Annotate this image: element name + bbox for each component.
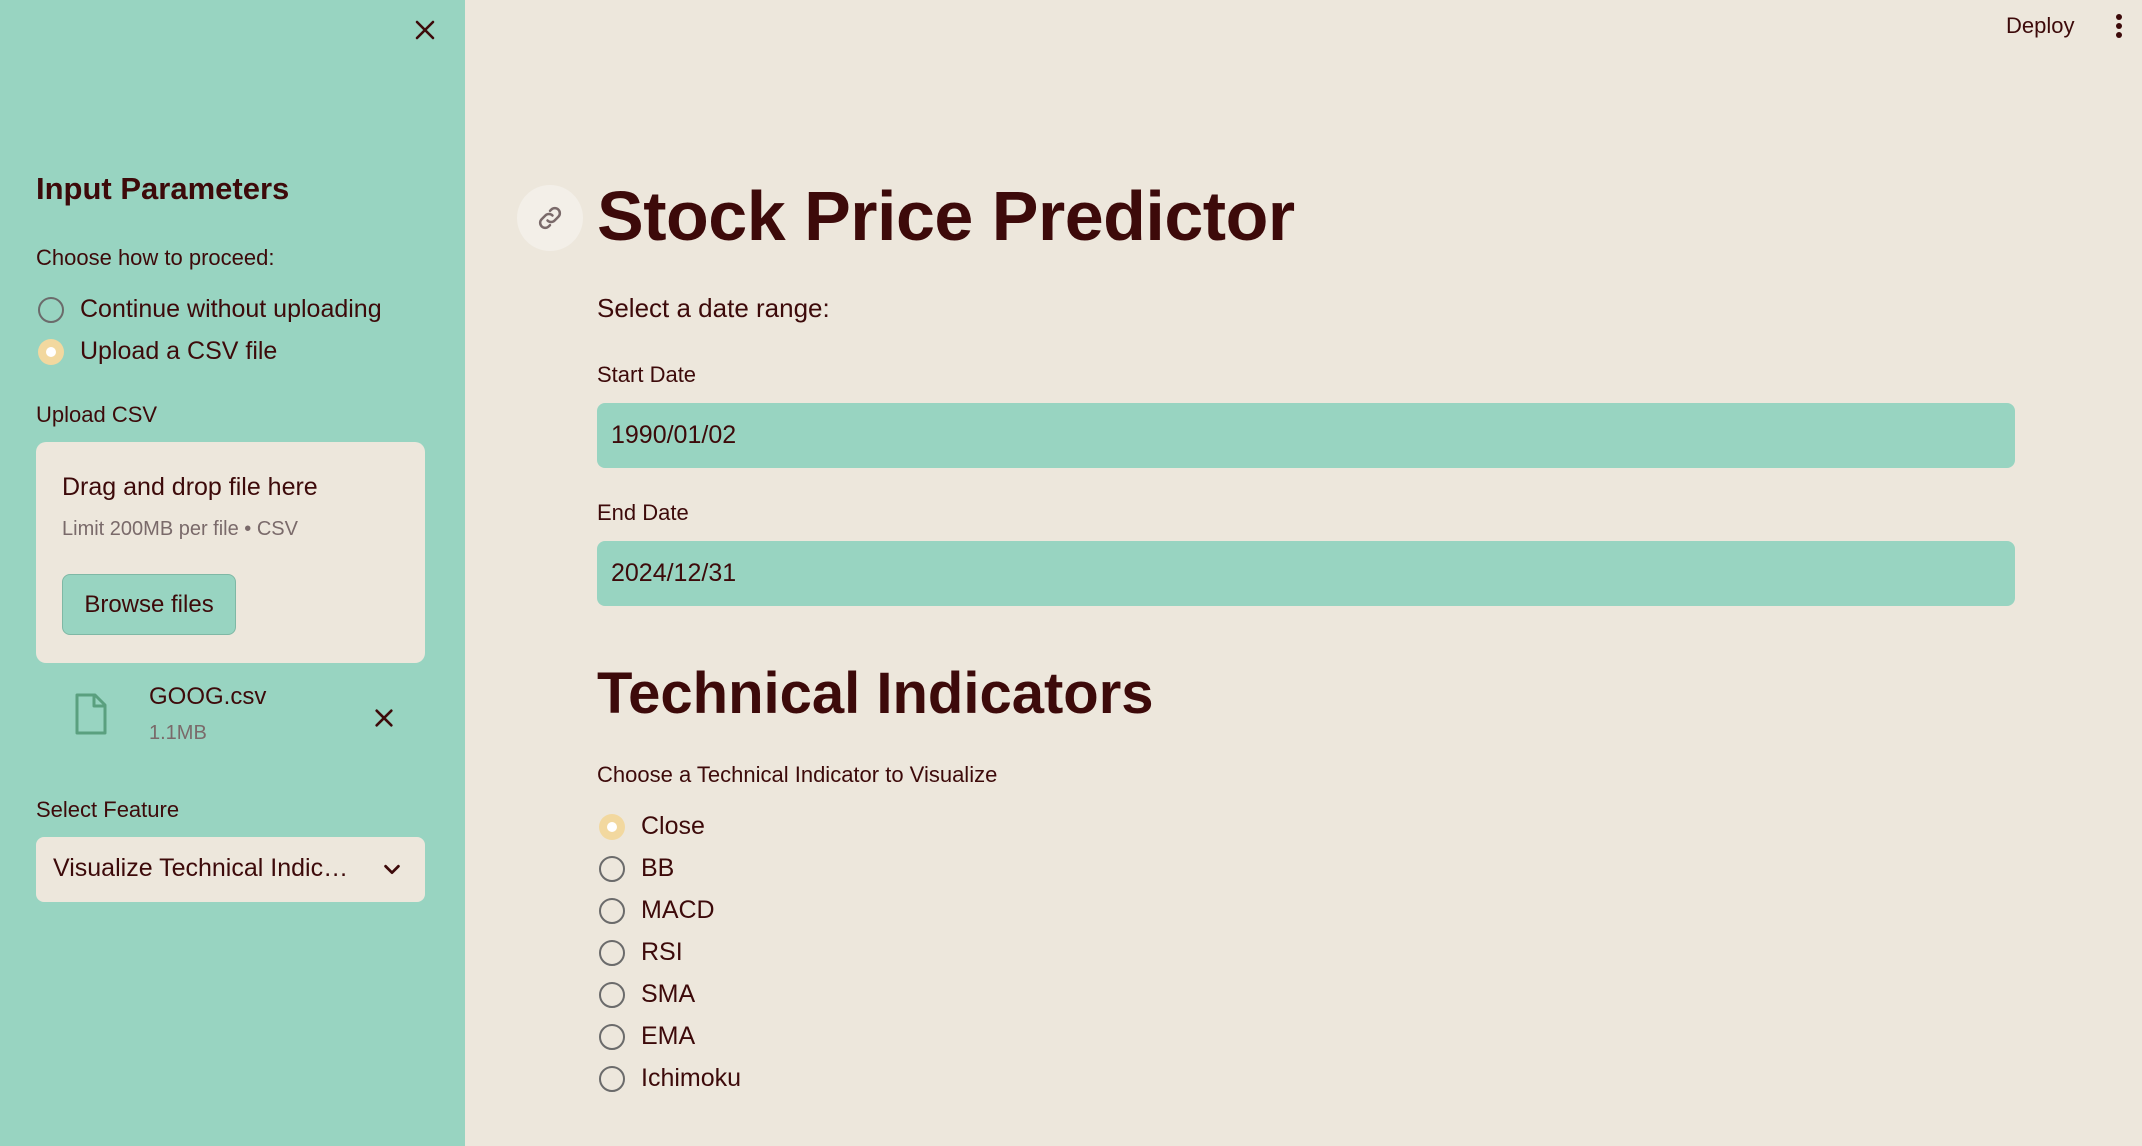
radio-indicator-sma[interactable]: SMA bbox=[599, 980, 695, 1009]
radio-button[interactable] bbox=[599, 939, 625, 966]
radio-label: SMA bbox=[641, 980, 696, 1008]
file-size: 1.1MB bbox=[149, 722, 207, 744]
main-menu-button[interactable] bbox=[2104, 8, 2134, 44]
close-icon bbox=[375, 709, 393, 727]
file-name: GOOG.csv bbox=[149, 683, 267, 710]
browse-files-button[interactable]: Browse files bbox=[62, 574, 236, 635]
radio-label: Ichimoku bbox=[641, 1064, 742, 1092]
radio-label: Close bbox=[641, 812, 705, 840]
remove-file-button[interactable] bbox=[364, 698, 404, 738]
radio-indicator-macd[interactable]: MACD bbox=[599, 896, 715, 925]
proceed-label: Choose how to proceed: bbox=[36, 245, 275, 270]
app-root: Input Parameters Choose how to proceed: … bbox=[0, 0, 2142, 1146]
technical-indicators-heading: Technical Indicators bbox=[597, 661, 1154, 726]
radio-continue-without-uploading[interactable]: Continue without uploading bbox=[38, 295, 382, 324]
feature-select[interactable]: Visualize Technical Indic… bbox=[36, 837, 425, 902]
indicator-radio-label: Choose a Technical Indicator to Visualiz… bbox=[597, 762, 998, 787]
radio-label: MACD bbox=[641, 896, 715, 924]
chevron-down-icon bbox=[384, 864, 400, 875]
radio-button[interactable] bbox=[599, 1023, 625, 1050]
sidebar: Input Parameters Choose how to proceed: … bbox=[0, 0, 465, 1146]
title-anchor-link[interactable] bbox=[517, 185, 583, 251]
radio-label: RSI bbox=[641, 938, 683, 966]
deploy-button[interactable]: Deploy bbox=[1990, 8, 2090, 44]
radio-indicator-bb[interactable]: BB bbox=[599, 854, 674, 883]
feature-select-value: Visualize Technical Indic… bbox=[53, 854, 349, 882]
radio-label: BB bbox=[641, 854, 675, 882]
start-date-label: Start Date bbox=[597, 362, 697, 387]
file-icon bbox=[75, 693, 107, 735]
more-vertical-icon bbox=[2116, 14, 2122, 38]
close-sidebar-button[interactable] bbox=[405, 10, 445, 50]
uploaded-file-item: GOOG.csv 1.1MB bbox=[36, 680, 425, 760]
radio-button[interactable] bbox=[599, 855, 625, 882]
file-dropzone[interactable]: Drag and drop file here Limit 200MB per … bbox=[36, 442, 425, 663]
radio-button[interactable] bbox=[599, 1065, 625, 1092]
end-date-label: End Date bbox=[597, 500, 689, 525]
page-title: Stock Price Predictor bbox=[597, 177, 1295, 255]
radio-upload-csv[interactable]: Upload a CSV file bbox=[38, 337, 277, 366]
radio-button[interactable] bbox=[599, 897, 625, 924]
radio-button[interactable] bbox=[599, 981, 625, 1008]
upload-csv-label: Upload CSV bbox=[36, 402, 158, 427]
radio-label: Continue without uploading bbox=[80, 295, 382, 323]
select-feature-label: Select Feature bbox=[36, 797, 180, 822]
start-date-input[interactable]: 1990/01/02 bbox=[597, 403, 2015, 468]
radio-indicator-close[interactable]: Close bbox=[599, 812, 705, 841]
link-icon bbox=[538, 206, 562, 230]
end-date-input[interactable]: 2024/12/31 bbox=[597, 541, 2015, 606]
sidebar-title: Input Parameters bbox=[36, 171, 290, 206]
radio-label: EMA bbox=[641, 1022, 696, 1050]
radio-indicator-ema[interactable]: EMA bbox=[599, 1022, 695, 1051]
close-icon bbox=[415, 20, 435, 40]
radio-button-selected[interactable] bbox=[38, 338, 64, 365]
radio-button-selected[interactable] bbox=[599, 813, 625, 840]
radio-label: Upload a CSV file bbox=[80, 337, 278, 365]
dropzone-title: Drag and drop file here bbox=[62, 473, 318, 501]
dropzone-limit-text: Limit 200MB per file • CSV bbox=[62, 518, 298, 540]
radio-indicator-ichimoku[interactable]: Ichimoku bbox=[599, 1064, 741, 1093]
date-range-label: Select a date range: bbox=[597, 293, 830, 323]
radio-indicator-rsi[interactable]: RSI bbox=[599, 938, 683, 967]
radio-button[interactable] bbox=[38, 296, 64, 323]
